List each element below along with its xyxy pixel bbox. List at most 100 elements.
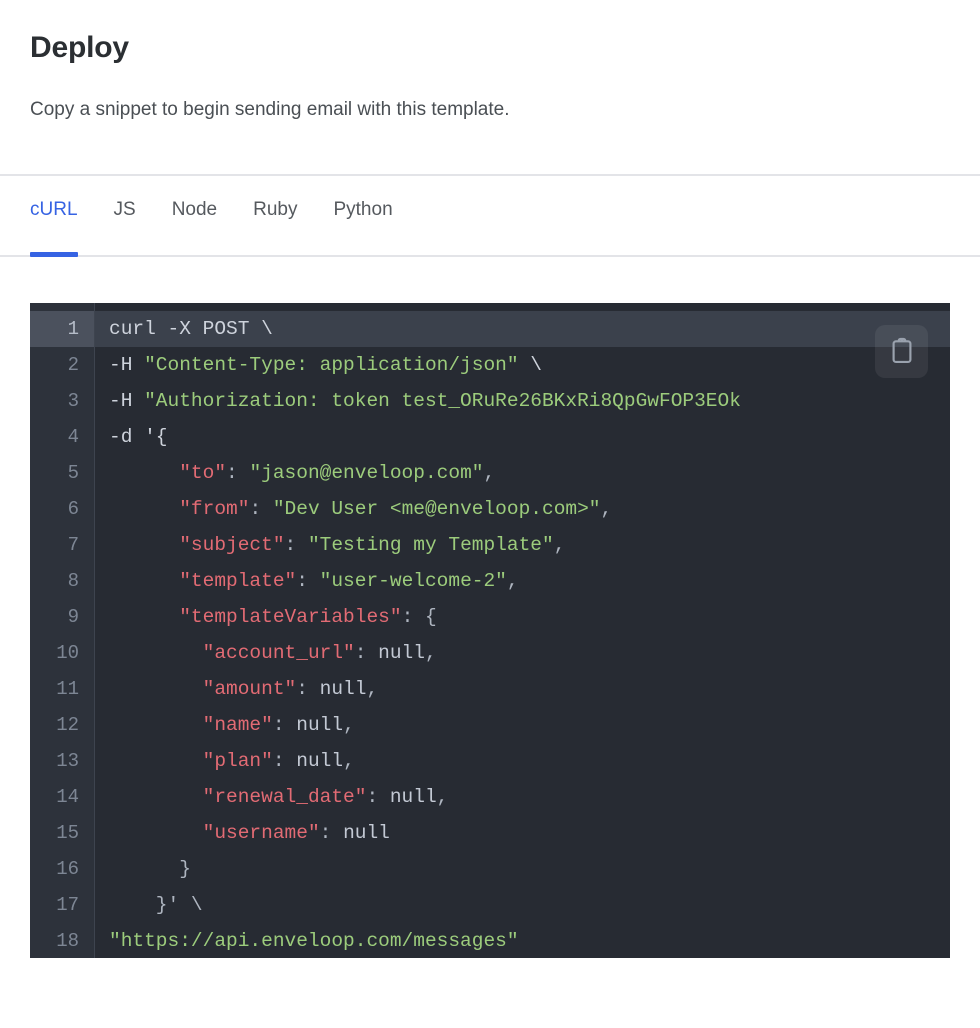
code-token: null: [319, 677, 367, 700]
code-token: "renewal_date": [202, 785, 367, 808]
line-number: 2: [67, 353, 79, 376]
code-token: "from": [179, 497, 250, 520]
code-token: }: [109, 857, 191, 880]
code-line: "template": "user-welcome-2",: [95, 563, 950, 599]
code-token: "Dev User <me@enveloop.com>": [272, 497, 601, 520]
code-token: "account_url": [202, 641, 355, 664]
code-line: "subject": "Testing my Template",: [95, 527, 950, 563]
code-line: "renewal_date": null,: [95, 779, 950, 815]
code-line: "account_url": null,: [95, 635, 950, 671]
code-token: "template": [179, 569, 297, 592]
code-token: :: [272, 713, 297, 736]
code-token: ,: [343, 713, 355, 736]
language-tabs: cURL JS Node Ruby Python: [0, 176, 980, 257]
code-token: ,: [553, 533, 566, 556]
tab-curl[interactable]: cURL: [30, 176, 78, 257]
tab-js[interactable]: JS: [114, 176, 136, 257]
page-subtitle: Copy a snippet to begin sending email wi…: [30, 99, 510, 120]
line-number: 3: [67, 389, 79, 412]
code-token: "Content-Type: application/json": [144, 353, 519, 376]
code-content[interactable]: curl -X POST \ -H "Content-Type: applicat…: [95, 303, 950, 958]
line-number: 15: [56, 821, 79, 844]
code-line: }: [95, 851, 950, 887]
code-token: \: [518, 353, 542, 376]
code-token: "Authorization: token test_ORuRe26BKxRi8…: [144, 389, 741, 412]
code-token: "templateVariables": [179, 605, 402, 628]
tab-label: Ruby: [253, 198, 298, 220]
tab-label: cURL: [30, 198, 78, 220]
line-number: 16: [56, 857, 79, 880]
code-token: "username": [202, 821, 320, 844]
line-number: 5: [67, 461, 79, 484]
code-token: null: [296, 749, 344, 772]
line-number: 6: [67, 497, 79, 520]
code-token: ,: [483, 461, 496, 484]
tab-node[interactable]: Node: [172, 176, 217, 257]
code-token: }' \: [109, 893, 203, 916]
code-line: curl -X POST \: [95, 310, 950, 347]
code-token: ,: [600, 497, 613, 520]
code-token: "subject": [179, 533, 285, 556]
code-line: "name": null,: [95, 707, 950, 743]
code-token: "Testing my Template": [307, 533, 554, 556]
tab-label: Node: [171, 198, 218, 220]
code-token: :: [296, 569, 320, 592]
line-number: 11: [56, 677, 79, 700]
clipboard-icon: [889, 337, 915, 365]
tab-ruby[interactable]: Ruby: [253, 176, 297, 257]
code-line: "amount": null,: [95, 671, 950, 707]
code-token: -H: [109, 353, 145, 376]
line-number: 10: [56, 641, 79, 664]
code-token: :: [319, 821, 344, 844]
code-line: }' \: [95, 887, 950, 923]
code-token: :: [272, 749, 297, 772]
line-number: 7: [67, 533, 79, 556]
code-line: -d '{: [95, 419, 950, 455]
active-tab-indicator: [30, 251, 78, 257]
code-token: :: [296, 677, 320, 700]
code-token: : {: [401, 605, 437, 628]
code-scroll-region[interactable]: 1 2 3 4 5 6 7 8 9 10 11 12 13 14 15 16 17 18 curl -X POST…: [30, 302, 950, 958]
line-number: 14: [56, 785, 79, 808]
code-token: -d '{: [109, 425, 168, 448]
code-token: ,: [424, 641, 437, 664]
code-snippet-block: 1 2 3 4 5 6 7 8 9 10 11 12 13 14 15 16 17 18 curl -X POST…: [30, 302, 950, 958]
line-number: 1: [30, 310, 94, 347]
code-line: -H "Authorization: token test_ORuRe26BKx…: [95, 383, 950, 419]
code-token: ,: [436, 785, 449, 808]
copy-snippet-button[interactable]: [875, 324, 928, 378]
code-line: "plan": null,: [95, 743, 950, 779]
code-token: ,: [343, 749, 355, 772]
line-number: 17: [56, 893, 79, 916]
line-number: 8: [67, 569, 79, 592]
code-token: :: [354, 641, 379, 664]
line-number: 13: [56, 749, 79, 772]
code-token: null: [378, 641, 425, 664]
page-header: Deploy Copy a snippet to begin sending e…: [0, 0, 980, 123]
code-token: ,: [366, 677, 379, 700]
code-token: "name": [202, 713, 273, 736]
code-token: :: [249, 497, 273, 520]
code-token: "https://api.enveloop.com/messages": [109, 929, 519, 952]
line-number: 9: [67, 605, 79, 628]
code-token: :: [226, 461, 250, 484]
code-token: null: [296, 713, 344, 736]
line-number: 18: [56, 929, 79, 952]
code-token: :: [284, 533, 308, 556]
code-line: "templateVariables": {: [95, 599, 950, 635]
code-line: -H "Content-Type: application/json" \: [95, 347, 950, 383]
code-line: "username": null: [95, 815, 950, 851]
code-token: "to": [179, 461, 227, 484]
tab-python[interactable]: Python: [333, 176, 392, 257]
code-token: null: [343, 821, 390, 844]
